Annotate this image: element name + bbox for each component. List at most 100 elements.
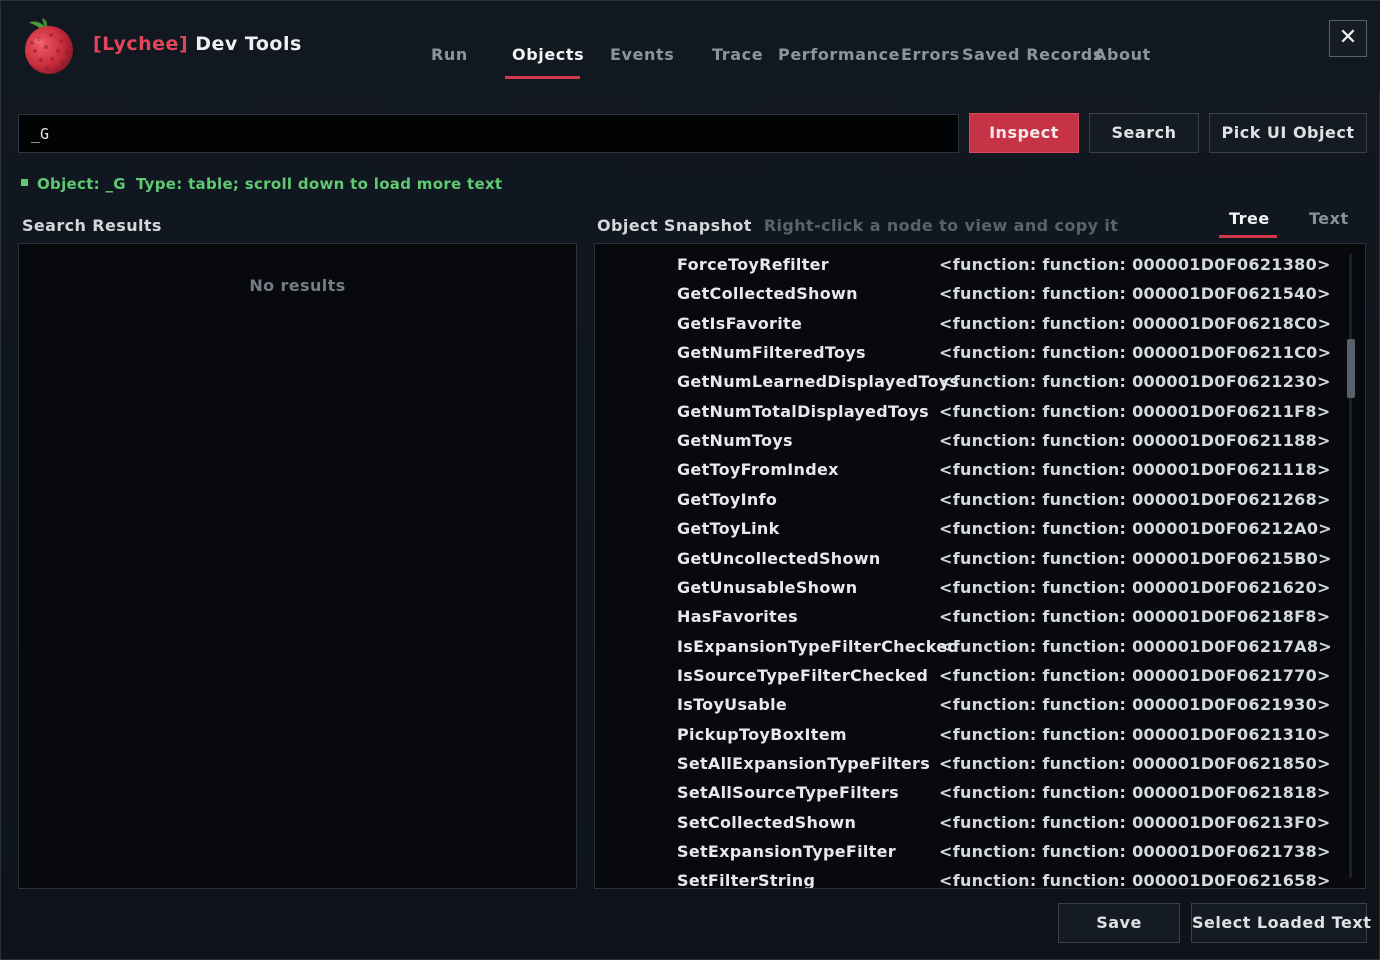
header: [Lychee] Dev Tools Run Objects Events Tr…: [1, 1, 1380, 91]
tree-row[interactable]: GetUnusableShown <function: function: 000…: [595, 578, 1365, 607]
tree-row-key: PickupToyBoxItem: [677, 724, 847, 744]
tree-row-key: IsExpansionTypeFilterChecked: [677, 636, 960, 656]
tree-row-value: <function: function: 000001D0F0621118>: [939, 460, 1331, 480]
tree-row[interactable]: SetCollectedShown <function: function: 00…: [595, 813, 1365, 842]
tree-row-value: <function: function: 000001D0F06212A0>: [939, 519, 1332, 539]
tree-row-value: <function: function: 000001D0F0621658>: [939, 871, 1331, 888]
tree-row-key: SetFilterString: [677, 871, 816, 888]
status-dot-icon: [21, 179, 28, 186]
tree-row[interactable]: SetAllExpansionTypeFilters <function: fun…: [595, 754, 1365, 783]
snapshot-hint: Right-click a node to view and copy it: [763, 216, 1119, 235]
tree-row-value: <function: function: 000001D0F0621310>: [939, 724, 1331, 744]
tree-row-key: IsSourceTypeFilterChecked: [677, 665, 929, 685]
app-title: [Lychee] Dev Tools: [93, 33, 302, 55]
tree-row[interactable]: GetUncollectedShown <function: function: …: [595, 549, 1365, 578]
view-tab-indicator: [1219, 235, 1277, 238]
tree-row-key: GetNumFilteredToys: [677, 343, 866, 363]
object-snapshot-title: Object Snapshot: [597, 216, 752, 235]
search-results-panel: No results: [18, 243, 577, 889]
status-object: Object: _G: [37, 175, 126, 193]
search-results-title: Search Results: [22, 216, 162, 235]
tree-row[interactable]: IsSourceTypeFilterChecked <function: func…: [595, 666, 1365, 695]
close-icon: ✕: [1338, 25, 1358, 50]
tab-errors[interactable]: Errors: [901, 45, 960, 64]
tree-row[interactable]: GetNumFilteredToys <function: function: 0…: [595, 343, 1365, 372]
object-snapshot-header: Object Snapshot Right-click a node to vie…: [597, 216, 1118, 235]
tree-row[interactable]: SetAllSourceTypeFilters <function: functi…: [595, 783, 1365, 812]
dev-tools-window: [Lychee] Dev Tools Run Objects Events Tr…: [0, 0, 1380, 960]
tree-row-value: <function: function: 000001D0F06217A8>: [939, 636, 1332, 656]
tree-row-key: GetToyInfo: [677, 489, 778, 509]
tab-tree-view[interactable]: Tree: [1229, 209, 1270, 228]
tree-row-key: ForceToyRefilter: [677, 255, 830, 274]
tree-row-key: GetNumLearnedDisplayedToys: [677, 372, 960, 392]
tree-row[interactable]: GetNumToys <function: function: 000001D0F…: [595, 431, 1365, 460]
tree-row-key: GetIsFavorite: [677, 313, 803, 333]
tree-row[interactable]: GetToyFromIndex <function: function: 0000…: [595, 460, 1365, 489]
tree-row-key: HasFavorites: [677, 607, 798, 627]
tree-row-key: GetUncollectedShown: [677, 548, 881, 568]
tree-row-key: GetUnusableShown: [677, 577, 858, 597]
tab-run[interactable]: Run: [431, 45, 468, 64]
tree-row[interactable]: GetToyLink <function: function: 000001D0F…: [595, 519, 1365, 548]
select-loaded-text-button[interactable]: Select Loaded Text: [1191, 903, 1371, 943]
tab-events[interactable]: Events: [610, 45, 674, 64]
tree-row-value: <function: function: 000001D0F0621188>: [939, 431, 1331, 451]
tree-row[interactable]: HasFavorites <function: function: 000001D…: [595, 607, 1365, 636]
status-type: Type: table; scroll down to load more te…: [135, 175, 503, 193]
tab-text-view[interactable]: Text: [1309, 209, 1349, 228]
tree-row[interactable]: IsToyUsable <function: function: 000001D0…: [595, 695, 1365, 724]
tree-row[interactable]: IsExpansionTypeFilterChecked <function: f…: [595, 637, 1365, 666]
tree-row[interactable]: GetToyInfo <function: function: 000001D0F…: [595, 490, 1365, 519]
lychee-logo-icon: [25, 18, 73, 74]
tree-row-value: <function: function: 000001D0F06218F8>: [939, 607, 1331, 627]
tree-row-key: SetExpansionTypeFilter: [677, 842, 896, 861]
tree-row-value: <function: function: 000001D0F0621620>: [939, 577, 1331, 597]
search-button[interactable]: Search: [1089, 113, 1199, 153]
tree-row-key: GetNumTotalDisplayedToys: [677, 401, 929, 421]
tab-performance[interactable]: Performance: [778, 45, 900, 64]
tree-row-value: <function: function: 000001D0F0621540>: [939, 284, 1331, 304]
tree-row-key: SetCollectedShown: [677, 812, 857, 832]
tree-row-value: <function: function: 000001D0F0621380>: [939, 255, 1331, 274]
no-results-message: No results: [249, 276, 346, 295]
tree-row-value: <function: function: 000001D0F06215B0>: [939, 548, 1332, 568]
tree-row[interactable]: GetIsFavorite <function: function: 000001…: [595, 314, 1365, 343]
tab-trace[interactable]: Trace: [712, 45, 763, 64]
tree-row-key: GetToyFromIndex: [677, 460, 839, 480]
tree-row-value: <function: function: 000001D0F06213F0>: [939, 812, 1331, 832]
tree-row-key: GetToyLink: [677, 519, 780, 539]
tree-row[interactable]: GetNumLearnedDisplayedToys <function: fun…: [595, 372, 1365, 401]
tree-row[interactable]: PickupToyBoxItem <function: function: 000…: [595, 725, 1365, 754]
app-name: Dev Tools: [195, 33, 302, 55]
object-path-input[interactable]: _G: [18, 114, 959, 153]
tab-saved-records[interactable]: Saved Records: [962, 45, 1103, 64]
close-button[interactable]: ✕: [1329, 20, 1367, 57]
tree-row-value: <function: function: 000001D0F0621770>: [939, 665, 1331, 685]
tree-row[interactable]: GetNumTotalDisplayedToys <function: funct…: [595, 402, 1365, 431]
tree-row-key: SetAllExpansionTypeFilters: [677, 753, 931, 773]
tree-row[interactable]: ForceToyRefilter <function: function: 000…: [595, 255, 1365, 284]
inspect-button[interactable]: Inspect: [969, 113, 1079, 153]
tree-row-value: <function: function: 000001D0F0621738>: [939, 842, 1331, 861]
tree-row-key: GetCollectedShown: [677, 284, 858, 304]
tree-row-key: GetNumToys: [677, 431, 793, 451]
app-brand: [Lychee]: [93, 33, 189, 55]
tab-about[interactable]: About: [1094, 45, 1151, 64]
save-button[interactable]: Save: [1058, 903, 1180, 943]
tab-objects[interactable]: Objects: [512, 45, 584, 64]
tree-row-value: <function: function: 000001D0F0621818>: [939, 783, 1331, 803]
tree-row-value: <function: function: 000001D0F0621930>: [939, 695, 1331, 715]
tree-row-value: <function: function: 000001D0F06218C0>: [939, 313, 1332, 333]
status-line: Object: _G Type: table; scroll down to lo…: [21, 175, 502, 193]
active-tab-indicator: [505, 76, 580, 79]
pick-ui-object-button[interactable]: Pick UI Object: [1209, 113, 1367, 153]
tree-row-value: <function: function: 000001D0F0621850>: [939, 753, 1331, 773]
tree-row-key: IsToyUsable: [677, 695, 788, 715]
tree-row[interactable]: SetExpansionTypeFilter <function: functio…: [595, 842, 1365, 871]
tree-row[interactable]: GetCollectedShown <function: function: 00…: [595, 284, 1365, 313]
tree-row[interactable]: SetFilterString <function: function: 0000…: [595, 871, 1365, 888]
scrollbar-thumb[interactable]: [1347, 339, 1355, 398]
object-tree[interactable]: ForceToyRefilter <function: function: 000…: [595, 244, 1365, 888]
tree-row-key: SetAllSourceTypeFilters: [677, 783, 899, 803]
